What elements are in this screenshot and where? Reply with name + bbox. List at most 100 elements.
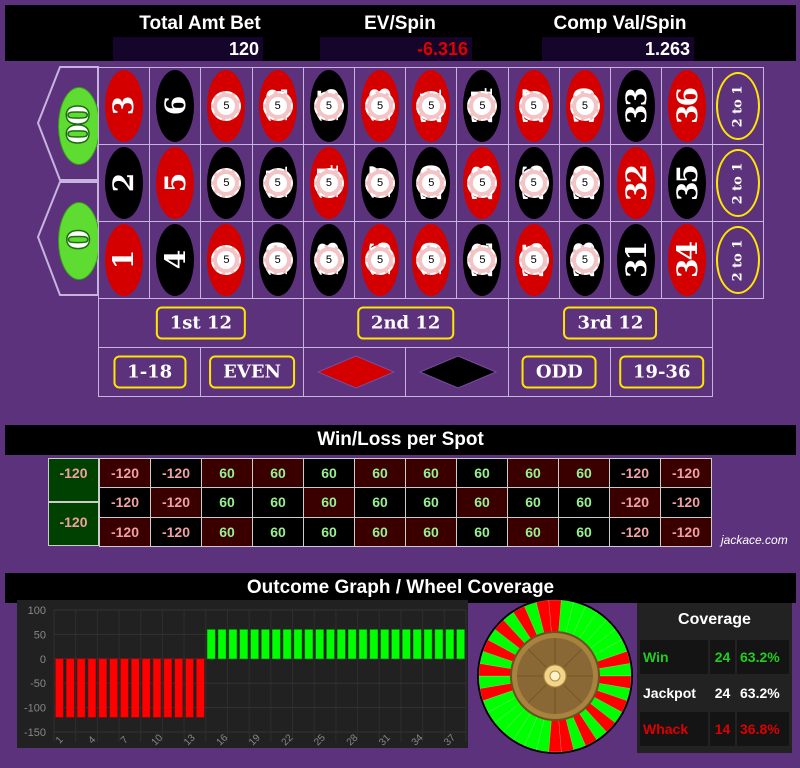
number-spot-19[interactable]: 195 bbox=[405, 221, 458, 299]
winloss-cell-16: 60 bbox=[354, 516, 406, 547]
outcome-title: Outcome Graph / Wheel Coverage bbox=[5, 573, 796, 603]
number-spot-9[interactable]: 95 bbox=[200, 67, 253, 145]
winloss-cell-13: 60 bbox=[303, 516, 355, 547]
number-spot-27[interactable]: 275 bbox=[507, 67, 560, 145]
number-spot-13[interactable]: 135 bbox=[302, 221, 355, 299]
zero-spot-0[interactable]: 0 bbox=[55, 197, 101, 282]
winloss-cell-9: 60 bbox=[201, 458, 253, 489]
number-spot-17[interactable]: 175 bbox=[354, 144, 407, 222]
number-spot-28[interactable]: 285 bbox=[558, 221, 611, 299]
number-spot-35[interactable]: 35 bbox=[661, 144, 714, 222]
outside-bet-red[interactable] bbox=[302, 347, 407, 397]
y-tick-label: 0 bbox=[40, 654, 46, 666]
number-label: 3 bbox=[107, 97, 141, 115]
coverage-pct: 63.2% bbox=[737, 676, 789, 710]
number-spot-29[interactable]: 295 bbox=[558, 144, 611, 222]
winloss-cell-26: 60 bbox=[507, 487, 559, 518]
number-spot-22[interactable]: 225 bbox=[456, 221, 509, 299]
column-bet-1[interactable]: 2 to 1 bbox=[712, 67, 765, 145]
number-spot-15[interactable]: 155 bbox=[302, 67, 355, 145]
bar-21 bbox=[272, 629, 281, 660]
number-spot-16[interactable]: 165 bbox=[354, 221, 407, 299]
chip-icon[interactable]: 5 bbox=[518, 168, 549, 198]
dozen-bet-3[interactable]: 3rd 12 bbox=[507, 298, 714, 348]
outside-bet-odd[interactable]: ODD bbox=[507, 347, 611, 397]
outside-label: ODD bbox=[521, 355, 597, 389]
number-spot-3[interactable]: 3 bbox=[98, 67, 151, 145]
coverage-pct: 36.8% bbox=[737, 712, 789, 746]
number-oval: 34 bbox=[668, 224, 707, 296]
number-spot-36[interactable]: 36 bbox=[661, 67, 714, 145]
winloss-cell-10: 60 bbox=[252, 516, 304, 547]
number-oval: 31 bbox=[617, 224, 656, 296]
outside-bet-black[interactable] bbox=[405, 347, 509, 397]
number-spot-23[interactable]: 235 bbox=[456, 144, 509, 222]
brand-link[interactable]: jackace.com bbox=[721, 533, 788, 547]
chip-icon[interactable]: 5 bbox=[262, 168, 293, 198]
winloss-cell-7: 60 bbox=[201, 516, 253, 547]
number-spot-11[interactable]: 115 bbox=[251, 144, 304, 222]
coverage-title: Coverage bbox=[678, 611, 751, 628]
number-spot-18[interactable]: 185 bbox=[354, 67, 407, 145]
chip-icon[interactable]: 5 bbox=[569, 168, 600, 198]
number-spot-5[interactable]: 5 bbox=[149, 144, 202, 222]
column-bet-label: 2 to 1 bbox=[730, 162, 746, 204]
number-spot-2[interactable]: 2 bbox=[98, 144, 151, 222]
chip-icon[interactable]: 5 bbox=[313, 91, 344, 121]
number-spot-12[interactable]: 125 bbox=[251, 67, 304, 145]
number-spot-1[interactable]: 1 bbox=[98, 221, 151, 299]
dozen-bet-1[interactable]: 1st 12 bbox=[98, 298, 304, 348]
winloss-title: Win/Loss per Spot bbox=[5, 425, 796, 455]
number-spot-20[interactable]: 205 bbox=[405, 144, 458, 222]
column-bet-2[interactable]: 2 to 1 bbox=[712, 144, 765, 222]
number-spot-30[interactable]: 305 bbox=[558, 67, 611, 145]
number-spot-34[interactable]: 34 bbox=[661, 221, 714, 299]
column-bet-outline: 2 to 1 bbox=[716, 149, 761, 217]
chip-icon[interactable]: 5 bbox=[262, 245, 293, 275]
chip-icon[interactable]: 5 bbox=[313, 168, 344, 198]
winloss-cell-30: 60 bbox=[558, 458, 610, 489]
number-spot-10[interactable]: 105 bbox=[251, 221, 304, 299]
dozen-label: 3rd 12 bbox=[563, 306, 658, 340]
bar-34 bbox=[413, 629, 422, 660]
outside-bet-even[interactable]: EVEN bbox=[200, 347, 304, 397]
bar-20 bbox=[261, 629, 270, 660]
chip-icon[interactable]: 5 bbox=[518, 91, 549, 121]
number-spot-4[interactable]: 4 bbox=[149, 221, 202, 299]
chip-icon[interactable]: 5 bbox=[313, 245, 344, 275]
chip-value: 5 bbox=[371, 97, 390, 115]
number-spot-25[interactable]: 255 bbox=[507, 221, 560, 299]
x-tick-label: 16 bbox=[215, 732, 231, 748]
zero-spot-00[interactable]: 00 bbox=[55, 82, 101, 167]
number-spot-14[interactable]: 145 bbox=[302, 144, 355, 222]
coverage-pct: 63.2% bbox=[737, 640, 789, 674]
chip-icon[interactable]: 5 bbox=[365, 245, 396, 275]
column-bet-outline: 2 to 1 bbox=[716, 226, 761, 294]
number-spot-31[interactable]: 31 bbox=[610, 221, 663, 299]
number-spot-8[interactable]: 85 bbox=[200, 144, 253, 222]
number-label: 5 bbox=[158, 174, 192, 192]
chip-icon[interactable]: 5 bbox=[569, 245, 600, 275]
chip-value: 5 bbox=[473, 251, 492, 269]
column-bet-3[interactable]: 2 to 1 bbox=[712, 221, 765, 299]
bar-3 bbox=[76, 658, 86, 718]
chip-icon[interactable]: 5 bbox=[262, 91, 293, 121]
number-spot-7[interactable]: 75 bbox=[200, 221, 253, 299]
chip-icon[interactable]: 5 bbox=[569, 91, 600, 121]
chip-icon[interactable]: 5 bbox=[365, 168, 396, 198]
number-spot-21[interactable]: 215 bbox=[405, 67, 458, 145]
number-spot-33[interactable]: 33 bbox=[610, 67, 663, 145]
winloss-cell-24: 60 bbox=[456, 458, 508, 489]
chip-icon[interactable]: 5 bbox=[518, 245, 549, 275]
chip-icon[interactable]: 5 bbox=[365, 91, 396, 121]
number-spot-26[interactable]: 265 bbox=[507, 144, 560, 222]
outside-bet-1-18[interactable]: 1-18 bbox=[98, 347, 202, 397]
number-spot-24[interactable]: 245 bbox=[456, 67, 509, 145]
bar-15 bbox=[207, 629, 216, 660]
number-spot-6[interactable]: 6 bbox=[149, 67, 202, 145]
number-oval: 5 bbox=[156, 147, 195, 219]
outside-bet-19-36[interactable]: 19-36 bbox=[610, 347, 714, 397]
dozen-bet-2[interactable]: 2nd 12 bbox=[302, 298, 509, 348]
number-spot-32[interactable]: 32 bbox=[610, 144, 663, 222]
y-tick-label: -50 bbox=[30, 678, 46, 690]
